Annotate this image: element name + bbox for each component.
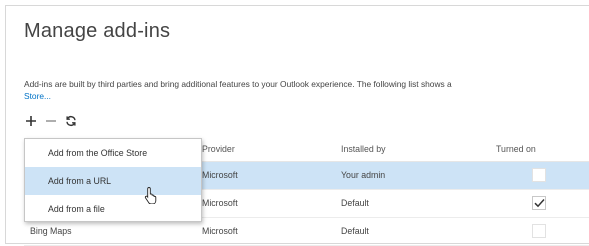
row-provider: Microsoft (202, 198, 238, 208)
page-description: Add-ins are built by third parties and b… (24, 79, 452, 89)
turned-on-checkbox[interactable] (532, 168, 546, 182)
row-installed-by: Default (341, 198, 369, 208)
manage-add-ins-panel: Manage add-ins Add-ins are built by thir… (5, 5, 589, 246)
row-provider: Microsoft (202, 170, 238, 180)
checkmark-icon (533, 198, 545, 208)
row-installed-by: Default (341, 226, 369, 236)
hand-cursor-icon (144, 186, 160, 205)
column-header-turned-on[interactable]: Turned on (496, 144, 536, 154)
add-add-in-menu: Add from the Office Store Add from a URL… (24, 138, 202, 222)
page-title: Manage add-ins (24, 20, 171, 42)
menu-item-add-from-url[interactable]: Add from a URL (25, 167, 201, 195)
refresh-icon[interactable] (64, 115, 77, 128)
row-provider: Microsoft (202, 226, 238, 236)
turned-on-checkbox[interactable] (532, 224, 546, 238)
menu-item-add-from-office-store[interactable]: Add from the Office Store (25, 139, 201, 167)
column-header-provider[interactable]: Provider (202, 144, 235, 154)
add-ins-toolbar (24, 113, 77, 129)
row-installed-by: Your admin (341, 170, 386, 180)
office-store-link[interactable]: Store... (24, 91, 51, 101)
row-name: Bing Maps (30, 226, 72, 236)
turned-on-checkbox[interactable] (532, 196, 546, 210)
column-header-installed-by[interactable]: Installed by (341, 144, 386, 154)
plus-icon[interactable] (24, 115, 37, 128)
menu-item-add-from-file[interactable]: Add from a file (25, 195, 201, 223)
minus-icon[interactable] (44, 115, 57, 128)
